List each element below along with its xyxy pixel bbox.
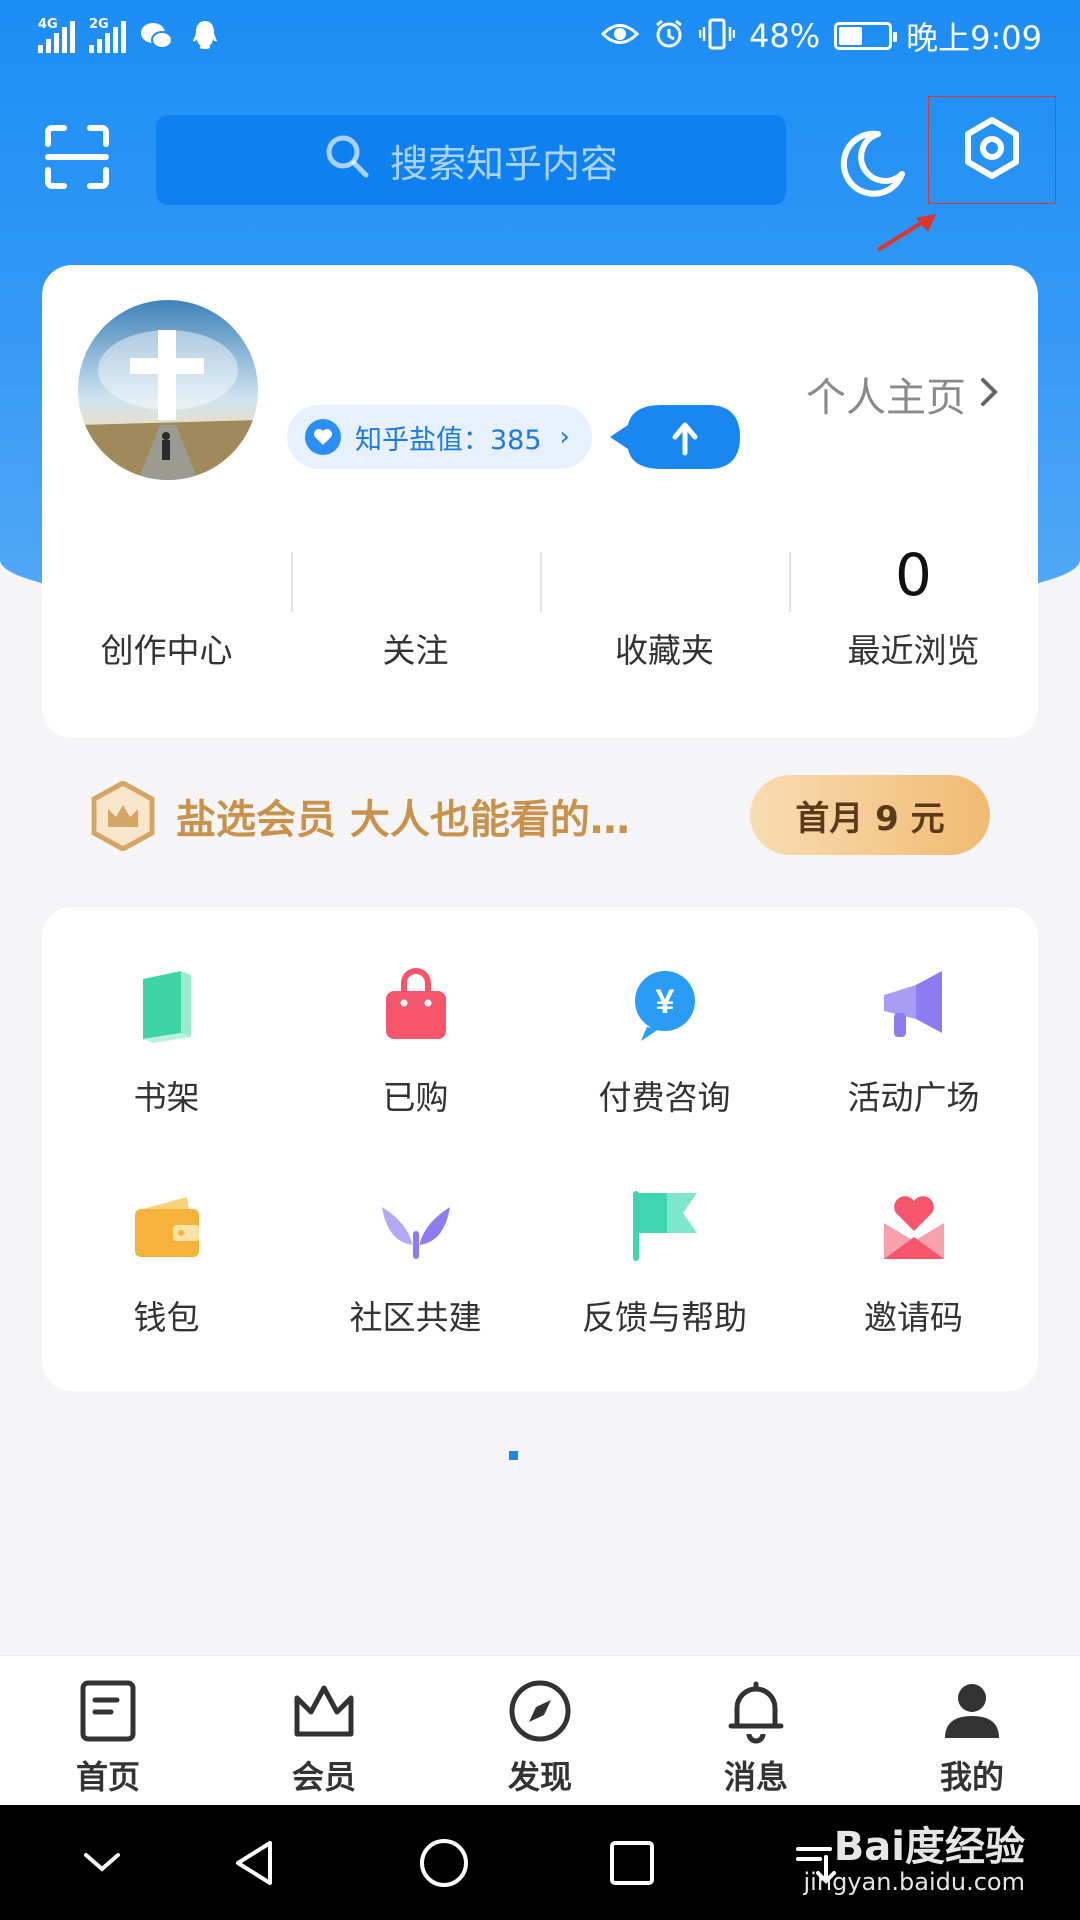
- signal-2g-icon: 2G: [89, 17, 126, 53]
- home-circle-icon[interactable]: [416, 1835, 472, 1891]
- heart-icon: [305, 419, 341, 455]
- vip-crown-badge-icon: [90, 780, 156, 852]
- stat-favorites[interactable]: 收藏夹: [540, 540, 789, 680]
- personal-homepage-link[interactable]: 个人主页: [806, 365, 998, 423]
- search-input[interactable]: 搜索知乎内容: [156, 115, 786, 205]
- search-icon: [324, 133, 370, 188]
- megaphone-icon: [876, 967, 952, 1043]
- person-icon: [939, 1678, 1005, 1744]
- top-toolbar: 搜索知乎内容: [0, 96, 1080, 220]
- settings-button[interactable]: [928, 96, 1056, 204]
- profile-card: 知乎盐值：385 › 个人主页 创作中心 关注 收藏夹 0 最近浏览: [42, 265, 1038, 738]
- tab-me[interactable]: 我的: [864, 1656, 1080, 1805]
- watermark-brand: Bai度经验: [833, 1824, 1025, 1870]
- chevron-right-icon: ›: [559, 422, 570, 452]
- svg-text:¥: ¥: [655, 983, 674, 1021]
- invite-heart-icon: [876, 1187, 952, 1263]
- crown-icon: [291, 1678, 357, 1744]
- tool-purchased[interactable]: 已购: [291, 967, 540, 1119]
- recents-square-icon[interactable]: [604, 1835, 660, 1891]
- tool-label: 活动广场: [847, 1078, 980, 1117]
- stat-value: 0: [895, 541, 932, 609]
- avatar[interactable]: [78, 300, 258, 480]
- tab-label: 发现: [507, 1758, 572, 1796]
- baidu-jingyan-watermark: Bai度经验 jingyan.baidu.com: [804, 1825, 1025, 1895]
- tab-discover[interactable]: 发现: [432, 1656, 648, 1805]
- profile-stats: 创作中心 关注 收藏夹 0 最近浏览: [42, 540, 1038, 680]
- tool-paid-consult[interactable]: ¥ 付费咨询: [540, 967, 789, 1119]
- battery-icon: [834, 22, 898, 50]
- settings-hexagon-icon: [960, 116, 1024, 184]
- compass-icon: [507, 1678, 573, 1744]
- tool-community-building[interactable]: 社区共建: [291, 1187, 540, 1339]
- salt-score-badge[interactable]: 知乎盐值：385 ›: [287, 405, 592, 469]
- wallet-icon: [129, 1187, 205, 1263]
- stat-recent-views[interactable]: 0 最近浏览: [789, 540, 1038, 680]
- tab-label: 我的: [939, 1758, 1004, 1796]
- watermark-url: jingyan.baidu.com: [803, 1868, 1025, 1896]
- tool-label: 钱包: [133, 1298, 200, 1337]
- tool-label: 已购: [382, 1078, 449, 1117]
- tab-label: 首页: [75, 1758, 140, 1796]
- loading-indicator: [509, 1451, 518, 1460]
- stat-creation-center[interactable]: 创作中心: [42, 540, 291, 680]
- stat-label: 创作中心: [100, 631, 233, 670]
- tool-feedback-help[interactable]: 反馈与帮助: [540, 1187, 789, 1339]
- wechat-icon: [140, 21, 174, 51]
- tab-label: 会员: [291, 1758, 356, 1796]
- qq-icon: [188, 21, 222, 51]
- flag-icon: [627, 1187, 703, 1263]
- scan-icon[interactable]: [44, 124, 110, 190]
- eye-comfort-icon: [600, 21, 640, 51]
- tab-label: 消息: [723, 1758, 788, 1796]
- tools-card: 书架 已购 ¥ 付费咨询 活动广场 钱包 社区共建 反馈与帮助 邀请码: [42, 907, 1038, 1391]
- paid-consult-icon: ¥: [627, 967, 703, 1043]
- alarm-icon: [653, 18, 685, 54]
- tool-label: 付费咨询: [598, 1078, 731, 1117]
- shopping-bag-icon: [378, 967, 454, 1043]
- vip-subscribe-button[interactable]: 首月 9 元: [750, 775, 990, 855]
- tool-label: 书架: [133, 1078, 200, 1117]
- status-bar: 4G 2G 48% 晚上9:09: [0, 0, 1080, 72]
- tool-wallet[interactable]: 钱包: [42, 1187, 291, 1339]
- vip-promo-text: 盐选会员 大人也能看的…: [176, 797, 630, 843]
- tool-bookshelf[interactable]: 书架: [42, 967, 291, 1119]
- tool-invite-code[interactable]: 邀请码: [789, 1187, 1038, 1339]
- vip-promo-banner[interactable]: 盐选会员 大人也能看的… 首月 9 元: [90, 775, 990, 857]
- tool-label: 社区共建: [349, 1298, 482, 1337]
- battery-percent: 48%: [749, 17, 821, 55]
- stat-label: 关注: [382, 631, 449, 670]
- vibrate-icon: [698, 17, 736, 55]
- stat-label: 最近浏览: [847, 631, 980, 670]
- home-doc-icon: [75, 1678, 141, 1744]
- night-mode-icon[interactable]: [838, 128, 908, 198]
- annotation-arrow-icon: [874, 210, 940, 254]
- stat-label: 收藏夹: [615, 631, 714, 670]
- chevron-down-icon[interactable]: [74, 1835, 130, 1891]
- stat-following[interactable]: 关注: [291, 540, 540, 680]
- personal-homepage-label: 个人主页: [806, 375, 966, 421]
- tab-messages[interactable]: 消息: [648, 1656, 864, 1805]
- bell-icon: [723, 1678, 789, 1744]
- signal-4g-icon: 4G: [38, 17, 75, 53]
- system-navigation-bar: Bai度经验 jingyan.baidu.com: [0, 1805, 1080, 1920]
- salt-score-label: 知乎盐值：385: [355, 424, 542, 456]
- tab-vip[interactable]: 会员: [216, 1656, 432, 1805]
- clock: 晚上9:09: [906, 19, 1042, 57]
- bottom-tab-bar: 首页 会员 发现 消息 我的: [0, 1655, 1080, 1805]
- tab-home[interactable]: 首页: [0, 1656, 216, 1805]
- sprout-icon: [378, 1187, 454, 1263]
- tool-label: 邀请码: [864, 1298, 963, 1337]
- upgrade-button[interactable]: [610, 405, 740, 469]
- chevron-right-icon: [980, 371, 998, 417]
- tool-activity-square[interactable]: 活动广场: [789, 967, 1038, 1119]
- back-triangle-icon[interactable]: [228, 1835, 284, 1891]
- search-placeholder: 搜索知乎内容: [389, 141, 618, 186]
- bookshelf-icon: [129, 967, 205, 1043]
- tool-label: 反馈与帮助: [582, 1298, 747, 1337]
